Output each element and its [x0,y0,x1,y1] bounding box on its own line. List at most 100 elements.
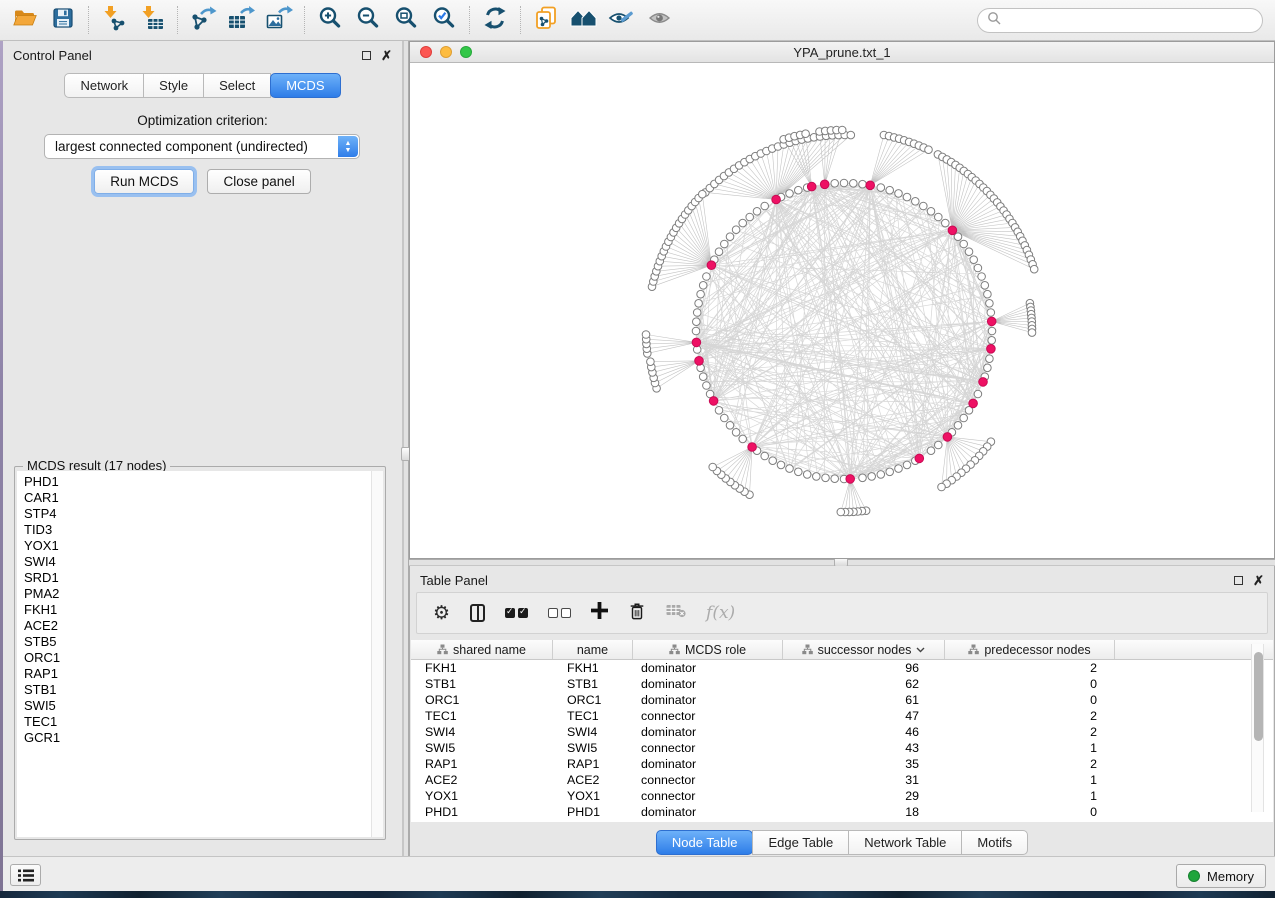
horizontal-splitter[interactable] [409,559,1275,566]
table-row[interactable]: RAP1RAP1dominator352 [411,756,1273,772]
delete-column-button[interactable] [628,601,646,626]
tab-motifs[interactable]: Motifs [961,830,1028,855]
close-panel-button[interactable]: Close panel [207,169,310,194]
mcds-hub-node[interactable] [866,181,875,190]
export-network-button[interactable] [186,4,220,36]
graphics-details-button[interactable] [643,4,677,36]
mcds-hub-node[interactable] [695,357,704,366]
show-columns-button[interactable] [470,604,485,622]
search-field[interactable] [977,8,1263,33]
mcds-hub-node[interactable] [820,180,829,189]
toolbar-separator [469,6,470,34]
deselect-all-columns-button[interactable] [548,608,571,618]
close-panel-icon[interactable]: ✗ [1253,574,1264,587]
float-panel-icon[interactable] [362,51,371,60]
mcds-result-item[interactable]: ACE2 [24,618,371,634]
first-neighbors-button[interactable] [567,4,601,36]
mcds-result-item[interactable]: YOX1 [24,538,371,554]
open-session-button[interactable] [8,4,42,36]
refresh-layout-button[interactable] [478,4,512,36]
column-header-shared-name[interactable]: shared name [411,640,553,659]
table-row[interactable]: ACE2ACE2connector311 [411,772,1273,788]
close-panel-icon[interactable]: ✗ [381,49,392,62]
search-input[interactable] [1001,13,1253,28]
mcds-hub-node[interactable] [915,454,924,463]
zoom-in-button[interactable] [313,4,347,36]
mcds-hub-node[interactable] [692,338,701,347]
table-row[interactable]: TEC1TEC1connector472 [411,708,1273,724]
tab-edge-table[interactable]: Edge Table [752,830,849,855]
export-table-button[interactable] [224,4,258,36]
mcds-list-scrollbar[interactable] [371,471,383,837]
table-row[interactable]: SWI4SWI4dominator462 [411,724,1273,740]
column-header-mcds-role[interactable]: MCDS role [633,640,783,659]
mcds-result-item[interactable]: SRD1 [24,570,371,586]
column-header-predecessor-nodes[interactable]: predecessor nodes [945,640,1115,659]
desktop-edge [0,41,3,891]
mcds-result-item[interactable]: SWI4 [24,554,371,570]
import-network-button[interactable] [97,4,131,36]
network-canvas[interactable] [410,63,1274,558]
import-table-button[interactable] [135,4,169,36]
mcds-result-item[interactable]: PMA2 [24,586,371,602]
mcds-hub-node[interactable] [948,226,957,235]
column-header-name[interactable]: name [553,640,633,659]
mcds-result-item[interactable]: STP4 [24,506,371,522]
table-scrollbar[interactable] [1251,644,1264,812]
mcds-result-item[interactable]: TID3 [24,522,371,538]
table-row[interactable]: FKH1FKH1dominator962 [411,660,1273,676]
mcds-hub-node[interactable] [987,317,996,326]
status-list-button[interactable] [10,864,41,886]
memory-button[interactable]: Memory [1176,864,1266,888]
mcds-hub-node[interactable] [987,345,996,354]
mcds-hub-node[interactable] [707,261,716,270]
mcds-result-item[interactable]: STB1 [24,682,371,698]
run-mcds-button[interactable]: Run MCDS [94,169,194,194]
zoom-fit-button[interactable] [389,4,423,36]
table-cell: 61 [783,692,945,708]
add-column-button[interactable] [591,602,608,624]
float-panel-icon[interactable] [1234,576,1243,585]
mcds-hub-node[interactable] [748,443,757,452]
tab-node-table[interactable]: Node Table [656,830,754,855]
scrollbar-thumb[interactable] [1254,652,1263,741]
mcds-hub-node[interactable] [979,378,988,387]
mcds-result-item[interactable]: ORC1 [24,650,371,666]
mcds-result-item[interactable]: FKH1 [24,602,371,618]
table-row[interactable]: SWI5SWI5connector431 [411,740,1273,756]
table-row[interactable]: STB1STB1dominator620 [411,676,1273,692]
mcds-result-item[interactable]: PHD1 [24,474,371,490]
zoom-selected-button[interactable] [427,4,461,36]
table-row[interactable]: PHD1PHD1dominator180 [411,804,1273,820]
mcds-result-item[interactable]: GCR1 [24,730,371,746]
tab-network[interactable]: Network [64,73,144,98]
tab-mcds[interactable]: MCDS [270,73,340,98]
save-session-button[interactable] [46,4,80,36]
mcds-hub-node[interactable] [943,433,952,442]
mcds-result-item[interactable]: TEC1 [24,714,371,730]
mcds-hub-node[interactable] [772,195,781,204]
mcds-result-item[interactable]: RAP1 [24,666,371,682]
network-graph[interactable] [410,63,1274,558]
mcds-hub-node[interactable] [709,397,718,406]
tab-network-table[interactable]: Network Table [848,830,962,855]
column-header-successor-nodes[interactable]: successor nodes [783,640,945,659]
mcds-hub-node[interactable] [807,182,816,191]
annotation-visibility-button[interactable] [605,4,639,36]
table-options-button[interactable]: ⚙ [433,604,450,623]
mcds-result-item[interactable]: SWI5 [24,698,371,714]
mcds-hub-node[interactable] [969,399,978,408]
table-cell: 47 [783,708,945,724]
optimization-criterion-select[interactable]: largest connected component (undirected)… [44,134,360,159]
export-image-button[interactable] [262,4,296,36]
zoom-out-button[interactable] [351,4,385,36]
mcds-result-item[interactable]: STB5 [24,634,371,650]
tab-style[interactable]: Style [143,73,204,98]
mcds-hub-node[interactable] [846,475,855,484]
tab-select[interactable]: Select [203,73,271,98]
mcds-result-item[interactable]: CAR1 [24,490,371,506]
select-all-columns-button[interactable] [505,608,528,618]
table-row[interactable]: YOX1YOX1connector291 [411,788,1273,804]
clone-network-button[interactable] [529,4,563,36]
table-row[interactable]: ORC1ORC1dominator610 [411,692,1273,708]
